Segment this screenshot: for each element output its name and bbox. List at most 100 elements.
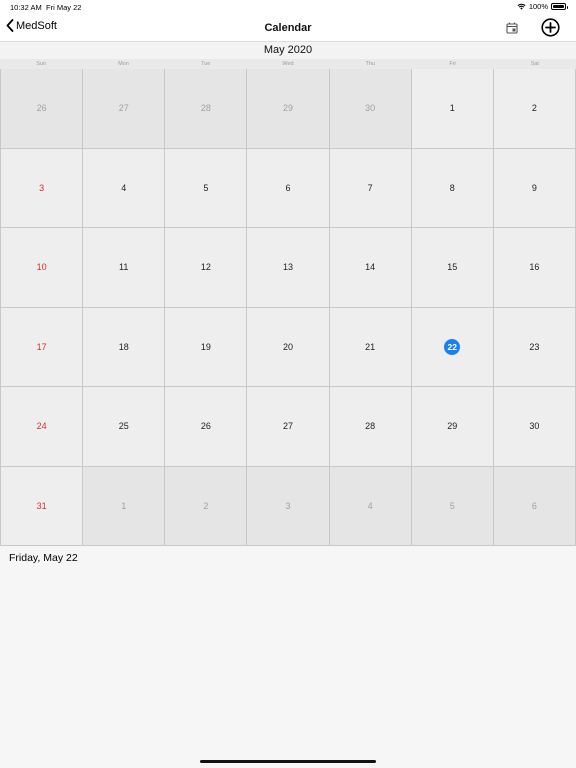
calendar-day-cell[interactable]: 18	[83, 307, 166, 387]
calendar-day-cell[interactable]: 1	[411, 69, 494, 149]
day-number: 3	[39, 182, 45, 193]
battery-fill	[553, 5, 564, 8]
day-number: 2	[203, 500, 209, 511]
page-title: Calendar	[264, 22, 312, 34]
calendar-day-cell[interactable]: 30	[329, 69, 412, 149]
calendar-day-cell[interactable]: 4	[329, 466, 412, 546]
calendar-day-cell[interactable]: 20	[247, 307, 330, 387]
day-number: 3	[285, 500, 291, 511]
calendar-day-cell[interactable]: 17	[1, 307, 84, 387]
today-day-number: 22	[444, 338, 461, 355]
day-number: 5	[449, 500, 455, 511]
calendar-day-cell[interactable]: 13	[247, 228, 330, 308]
calendar-day-cell[interactable]: 30	[493, 387, 576, 467]
wifi-icon	[517, 3, 526, 10]
home-indicator	[200, 760, 376, 763]
calendar-day-cell[interactable]: 6	[493, 466, 576, 546]
calendar-day-cell[interactable]: 7	[329, 148, 412, 228]
day-number: 18	[118, 341, 129, 352]
calendar-day-cell[interactable]: 28	[165, 69, 248, 149]
calendar-day-cell[interactable]: 12	[165, 228, 248, 308]
calendar-day-cell[interactable]: 3	[247, 466, 330, 546]
day-number: 31	[36, 500, 47, 511]
calendar-day-cell[interactable]: 1	[83, 466, 166, 546]
calendar-day-cell[interactable]: 8	[411, 148, 494, 228]
day-number: 24	[36, 421, 47, 432]
weekday-label: Mon	[118, 61, 129, 67]
day-number: 28	[365, 421, 376, 432]
day-number: 1	[449, 103, 455, 114]
day-number: 15	[447, 262, 458, 273]
day-number: 26	[200, 421, 211, 432]
calendar-grid: 26 27 28 29 30 1 2 3 4 5 6 7 8 9 10 11 12 13 14 15 16 17 18 19 2…	[0, 69, 576, 546]
calendar-day-cell[interactable]: 14	[329, 228, 412, 308]
calendar-day-cell[interactable]: 5	[165, 148, 248, 228]
weekday-label: Sun	[36, 61, 47, 67]
calendar-day-cell[interactable]: 28	[329, 387, 412, 467]
day-number: 10	[36, 262, 47, 273]
calendar-day-cell[interactable]: 25	[83, 387, 166, 467]
calendar-day-cell[interactable]: 29	[247, 69, 330, 149]
day-number: 8	[449, 182, 455, 193]
day-number: 7	[367, 182, 373, 193]
day-number: 29	[447, 421, 458, 432]
calendar-day-cell[interactable]: 29	[411, 387, 494, 467]
day-number: 14	[365, 262, 376, 273]
calendar-day-cell[interactable]: 11	[83, 228, 166, 308]
day-number: 1	[121, 500, 127, 511]
calendar-day-cell[interactable]: 10	[1, 228, 84, 308]
calendar-day-cell[interactable]: 26	[1, 69, 84, 149]
day-number: 5	[203, 182, 209, 193]
day-number: 23	[529, 341, 540, 352]
status-bar: 10:32 AM Fri May 22 100%	[0, 0, 576, 14]
calendar-day-cell[interactable]: 19	[165, 307, 248, 387]
calendar-day-cell[interactable]: 27	[83, 69, 166, 149]
day-number: 2	[531, 103, 537, 114]
day-number: 29	[282, 103, 293, 114]
plus-circle-icon	[541, 18, 560, 37]
day-number: 21	[365, 341, 376, 352]
calendar-day-cell[interactable]: 16	[493, 228, 576, 308]
weekday-label: Sat	[530, 61, 539, 67]
calendar-day-cell[interactable]: 22	[411, 307, 494, 387]
calendar-day-cell[interactable]: 15	[411, 228, 494, 308]
weekday-label: Wed	[282, 61, 294, 67]
day-number: 25	[118, 421, 129, 432]
day-number: 4	[121, 182, 127, 193]
day-number: 12	[200, 262, 211, 273]
day-number: 20	[282, 341, 293, 352]
day-number: 28	[200, 103, 211, 114]
battery-icon	[551, 3, 568, 10]
day-number: 9	[531, 182, 537, 193]
add-button[interactable]	[541, 18, 560, 37]
calendar-day-cell[interactable]: 21	[329, 307, 412, 387]
day-number: 6	[285, 182, 291, 193]
today-button[interactable]	[505, 21, 519, 35]
calendar-day-cell[interactable]: 4	[83, 148, 166, 228]
weekday-row: Sun Mon Tue Wed Thu Fri Sat	[0, 59, 576, 69]
calendar-day-cell[interactable]: 31	[1, 466, 84, 546]
calendar-day-cell[interactable]: 2	[493, 69, 576, 149]
day-number: 27	[282, 421, 293, 432]
calendar-day-cell[interactable]: 23	[493, 307, 576, 387]
day-number: 13	[282, 262, 293, 273]
weekday-label: Fri	[449, 61, 456, 67]
weekday-label: Thu	[365, 61, 375, 67]
status-time: 10:32 AM	[10, 3, 42, 12]
day-number: 19	[200, 341, 211, 352]
calendar-day-cell[interactable]: 24	[1, 387, 84, 467]
day-number: 17	[36, 341, 47, 352]
calendar-day-cell[interactable]: 26	[165, 387, 248, 467]
calendar-day-cell[interactable]: 3	[1, 148, 84, 228]
day-number: 30	[365, 103, 376, 114]
status-right: 100%	[517, 2, 568, 11]
calendar-day-cell[interactable]: 6	[247, 148, 330, 228]
day-number: 11	[119, 262, 129, 273]
calendar-day-cell[interactable]: 2	[165, 466, 248, 546]
calendar-day-cell[interactable]: 27	[247, 387, 330, 467]
calendar-day-cell[interactable]: 9	[493, 148, 576, 228]
day-number: 6	[531, 500, 537, 511]
calendar-day-cell[interactable]: 5	[411, 466, 494, 546]
battery-percent: 100%	[528, 2, 548, 11]
navigation-bar: MedSoft Calendar	[0, 14, 576, 42]
